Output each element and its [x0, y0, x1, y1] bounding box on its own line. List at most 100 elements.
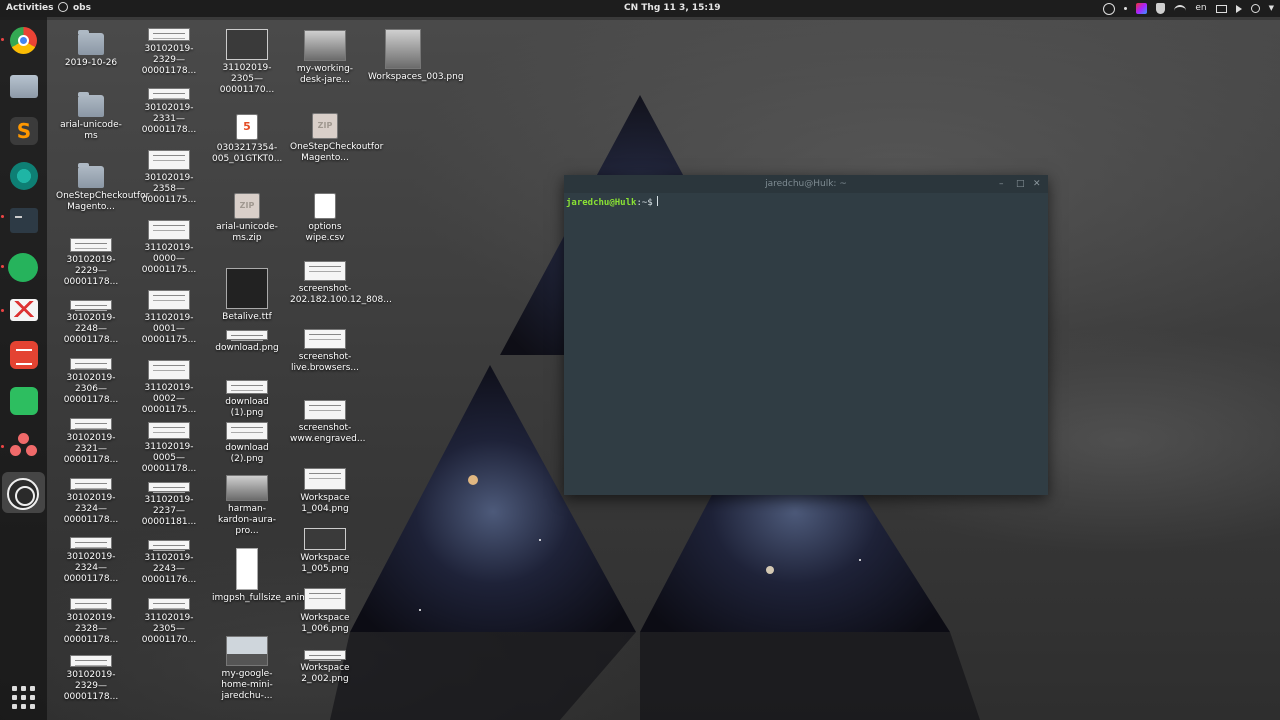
- desktop-file[interactable]: 30102019-2329—00001178...: [134, 28, 204, 77]
- desktop-file[interactable]: 31102019-2243—00001176...: [134, 540, 204, 586]
- text-cursor: [656, 196, 658, 206]
- messaging-icon[interactable]: [8, 253, 38, 282]
- desktop-file[interactable]: ZIP arial-unicode-ms.zip: [212, 193, 282, 244]
- app-menu[interactable]: obs: [58, 0, 91, 17]
- desktop-file[interactable]: 31102019-0005—00001178...: [134, 422, 204, 475]
- desktop-file[interactable]: Workspace 1_006.png: [290, 588, 360, 635]
- desktop-file[interactable]: harman-kardon-aura-pro...: [212, 475, 282, 537]
- desktop-file[interactable]: 30102019-2358—00001175...: [134, 150, 204, 206]
- desktop-file[interactable]: imgpsh_fullsize_anim.jpeg: [212, 548, 330, 604]
- asana-icon[interactable]: [10, 433, 38, 459]
- desktop-icon-label: screenshot-live.browsers...: [290, 352, 359, 373]
- desktop-file[interactable]: ZIP OneStepCheckoutfor Magento...: [290, 113, 383, 164]
- files-icon[interactable]: [10, 75, 38, 98]
- desktop-file[interactable]: 30102019-2248—00001178...: [56, 300, 126, 346]
- image-thumbnail: [304, 468, 346, 490]
- gitkraken-icon[interactable]: [10, 162, 38, 190]
- desktop-file[interactable]: 31102019-2305—00001170...: [212, 29, 282, 96]
- desktop-file[interactable]: download (2).png: [212, 422, 282, 465]
- shield-icon[interactable]: [1156, 3, 1166, 14]
- desktop-icon-label: download (2).png: [225, 443, 269, 464]
- volume-icon[interactable]: [1235, 4, 1242, 13]
- minimize-button[interactable]: –: [999, 175, 1004, 193]
- terminal-window[interactable]: jaredchu@Hulk: ~ – □ ✕ jaredchu@Hulk:~$: [564, 175, 1048, 495]
- image-thumbnail: [70, 655, 112, 667]
- obs-icon[interactable]: [7, 478, 39, 510]
- image-thumbnail: [304, 528, 346, 550]
- desktop-file[interactable]: Workspaces_003.png: [368, 29, 464, 83]
- desktop-folder[interactable]: OneStepCheckoutfor Magento...: [56, 163, 149, 213]
- desktop-file[interactable]: 30102019-2324—00001178...: [56, 478, 126, 526]
- desktop-file[interactable]: Betalive.ttf: [212, 268, 282, 323]
- desktop-file[interactable]: download (1).png: [212, 380, 282, 419]
- running-indicator: [1, 309, 4, 312]
- obs-tray-icon[interactable]: [1103, 2, 1116, 15]
- sublime-text-icon[interactable]: S: [10, 117, 38, 145]
- clock[interactable]: CN Thg 11 3, 15:19: [624, 0, 721, 17]
- desktop-file[interactable]: Workspace 1_005.png: [290, 528, 360, 575]
- desktop-icon-label: 31102019-2237—00001181...: [141, 495, 197, 527]
- image-thumbnail: [385, 29, 421, 69]
- desktop-icon-label: Workspace 2_002.png: [300, 663, 350, 684]
- desktop-file[interactable]: screenshot-202.182.100.12_808...: [290, 261, 392, 306]
- obs-app-icon: [58, 2, 68, 12]
- desktop-file[interactable]: 30102019-2331—00001178...: [134, 88, 204, 136]
- desktop-file[interactable]: 30102019-2328—00001178...: [56, 598, 126, 646]
- desktop-icon-label: harman-kardon-aura-pro...: [218, 504, 276, 536]
- activities-button[interactable]: Activities: [6, 0, 54, 17]
- desktop-file[interactable]: 31102019-0000—00001175...: [134, 220, 204, 276]
- desktop-file[interactable]: 31102019-0002—00001175...: [134, 360, 204, 416]
- language-indicator[interactable]: en: [1195, 0, 1206, 17]
- desktop-file[interactable]: 30102019-2321—00001178...: [56, 418, 126, 466]
- desktop-icon-label: 30102019-2331—00001178...: [141, 103, 197, 135]
- image-thumbnail: [148, 422, 190, 439]
- show-applications-icon[interactable]: [12, 686, 35, 709]
- evernote-icon[interactable]: [10, 387, 38, 415]
- desktop-file[interactable]: Workspace 2_002.png: [290, 650, 360, 685]
- desktop-file[interactable]: 30102019-2229—00001178...: [56, 238, 126, 288]
- top-bar: Activities obs CN Thg 11 3, 15:19 en ▼: [0, 0, 1280, 17]
- desktop-file[interactable]: 30102019-2306—00001178...: [56, 358, 126, 406]
- power-icon[interactable]: [1250, 4, 1260, 13]
- chrome-icon[interactable]: [10, 27, 37, 54]
- desktop-file[interactable]: screenshot-www.engraved...: [290, 400, 365, 445]
- terminal-icon[interactable]: [10, 208, 38, 233]
- desktop-file[interactable]: download.png: [212, 330, 282, 354]
- desktop-icon-label: download.png: [215, 343, 279, 353]
- chevron-down-icon[interactable]: ▼: [1269, 0, 1274, 17]
- desktop-folder[interactable]: 2019-10-26: [56, 30, 126, 69]
- desktop-file[interactable]: 30102019-2324—00001178...: [56, 537, 126, 585]
- image-thumbnail: [148, 290, 190, 310]
- running-indicator: [1, 445, 4, 448]
- close-button[interactable]: ✕: [1033, 175, 1041, 193]
- desktop-file[interactable]: my-google-home-mini-jaredchu-...: [212, 636, 282, 702]
- desktop-file[interactable]: 31102019-2305—00001170...: [134, 598, 204, 646]
- desktop-file[interactable]: Workspace 1_004.png: [290, 468, 360, 515]
- tray-dot-icon[interactable]: [1124, 7, 1128, 10]
- desktop-file[interactable]: 31102019-0001—00001175...: [134, 290, 204, 346]
- desktop-file[interactable]: 31102019-2237—00001181...: [134, 482, 204, 528]
- zip-file-icon: ZIP: [312, 113, 338, 139]
- desktop-file[interactable]: 5 0303217354-005_01GTKT0...: [212, 114, 282, 165]
- display-icon[interactable]: [1215, 4, 1227, 13]
- desktop-file[interactable]: screenshot-live.browsers...: [290, 329, 360, 374]
- desktop-icon-label: 30102019-2328—00001178...: [63, 613, 119, 645]
- desktop-file[interactable]: options wipe.csv: [290, 193, 360, 244]
- todoist-icon[interactable]: [10, 341, 38, 369]
- colorpicker-tray-icon[interactable]: [1136, 3, 1148, 14]
- terminal-content[interactable]: jaredchu@Hulk:~$: [564, 193, 1048, 211]
- dock: S: [0, 17, 47, 720]
- image-thumbnail: [304, 30, 346, 61]
- image-thumbnail: [304, 329, 346, 349]
- desktop-file[interactable]: 30102019-2329—00001178...: [56, 655, 126, 703]
- html5-file-icon: 5: [236, 114, 258, 140]
- wifi-icon[interactable]: [1174, 4, 1187, 13]
- gmail-icon[interactable]: [10, 299, 38, 321]
- image-thumbnail: [70, 598, 112, 610]
- terminal-titlebar[interactable]: jaredchu@Hulk: ~ – □ ✕: [564, 175, 1048, 193]
- image-thumbnail: [226, 475, 268, 501]
- maximize-button[interactable]: □: [1016, 175, 1025, 193]
- desktop-icon-label: 30102019-2321—00001178...: [63, 433, 119, 465]
- desktop-folder[interactable]: arial-unicode-ms: [56, 92, 126, 142]
- desktop-file[interactable]: my-working-desk-jare...: [290, 30, 360, 86]
